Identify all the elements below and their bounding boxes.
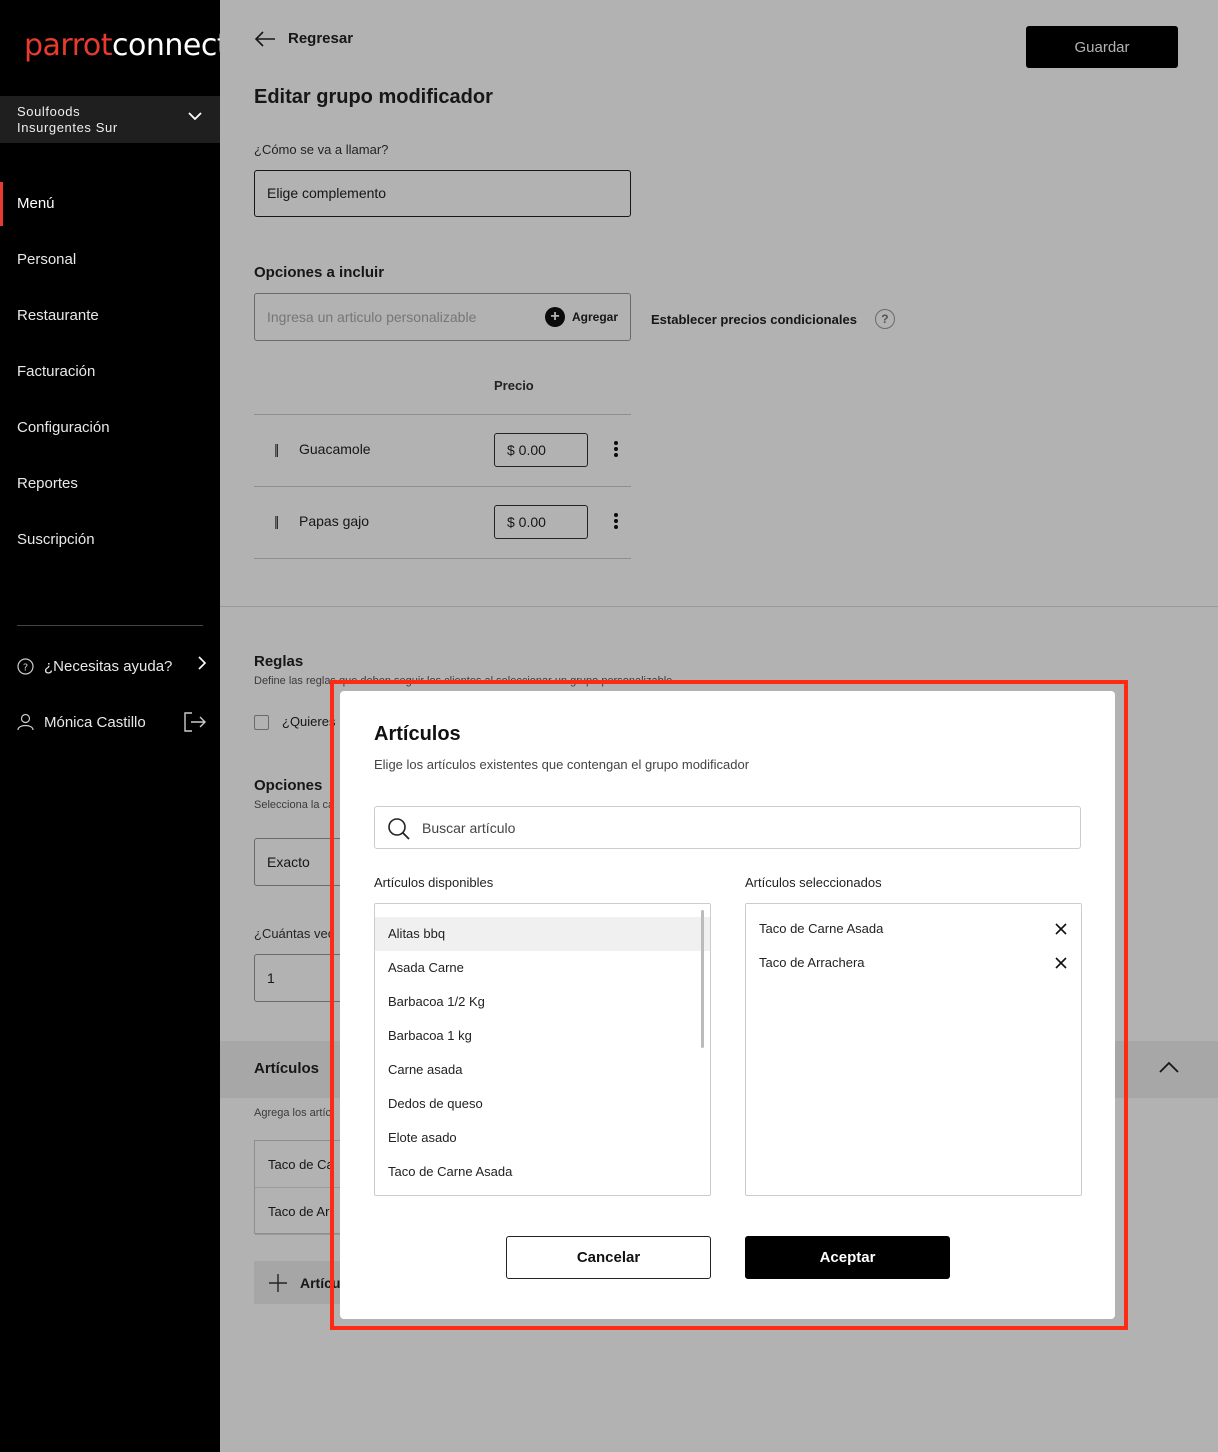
available-item[interactable]: Taco de Carne Asada	[375, 1155, 710, 1189]
help-link[interactable]: ? ¿Necesitas ayuda?	[17, 651, 207, 681]
available-list: Alitas bbq Asada Carne Barbacoa 1/2 Kg B…	[374, 903, 711, 1196]
nav-item-restaurante[interactable]: Restaurante	[0, 294, 220, 338]
svg-text:?: ?	[23, 662, 28, 673]
articles-modal: Artículos Elige los artículos existentes…	[340, 691, 1115, 1319]
accept-button[interactable]: Aceptar	[745, 1236, 950, 1279]
store-selector[interactable]: Soulfoods Insurgentes Sur	[0, 96, 220, 143]
search-input[interactable]: Buscar artículo	[374, 806, 1081, 849]
parrotconnect-logo[interactable]: parrotconnect	[24, 28, 229, 63]
cancel-button[interactable]: Cancelar	[506, 1236, 711, 1279]
modal-title: Artículos	[374, 723, 461, 745]
store-name-line2: Insurgentes Sur	[17, 120, 118, 135]
nav-item-menu[interactable]: Menú	[0, 182, 220, 226]
available-item[interactable]: Dedos de queso	[375, 1087, 710, 1121]
available-item[interactable]: Alitas bbq	[375, 917, 710, 951]
available-item[interactable]: Elote asado	[375, 1121, 710, 1155]
available-item[interactable]: Barbacoa 1 kg	[375, 1019, 710, 1053]
store-name-line1: Soulfoods	[17, 104, 81, 119]
user-row[interactable]: Mónica Castillo	[17, 707, 207, 737]
close-icon[interactable]	[1055, 957, 1067, 969]
modal-subtitle: Elige los artículos existentes que conte…	[374, 757, 750, 772]
chevron-right-icon	[198, 656, 207, 670]
selected-label: Artículos seleccionados	[745, 875, 882, 890]
logo-part-2: connect	[112, 28, 229, 63]
selected-item-label: Taco de Arrachera	[759, 955, 865, 970]
available-item[interactable]: Carne asada	[375, 1053, 710, 1087]
available-label: Artículos disponibles	[374, 875, 494, 890]
scrollbar[interactable]	[701, 910, 704, 1048]
search-placeholder: Buscar artículo	[422, 820, 516, 836]
help-icon: ?	[17, 657, 34, 675]
help-label: ¿Necesitas ayuda?	[44, 657, 173, 675]
logo-part-1: parrot	[24, 28, 113, 63]
chevron-down-icon	[188, 112, 202, 121]
available-item[interactable]: Barbacoa 1/2 Kg	[375, 985, 710, 1019]
sidebar: parrotconnect Soulfoods Insurgentes Sur …	[0, 0, 229, 1452]
available-item[interactable]: Asada Carne	[375, 951, 710, 985]
sidebar-divider	[17, 625, 203, 626]
nav-item-personal[interactable]: Personal	[0, 238, 220, 282]
nav-item-suscripcion[interactable]: Suscripción	[0, 518, 220, 562]
nav-item-reportes[interactable]: Reportes	[0, 462, 220, 506]
selected-item: Taco de Carne Asada	[746, 912, 1081, 946]
nav-item-facturacion[interactable]: Facturación	[0, 350, 220, 394]
user-icon	[17, 713, 34, 731]
close-icon[interactable]	[1055, 923, 1067, 935]
user-name: Mónica Castillo	[44, 713, 146, 731]
selected-list: Taco de Carne Asada Taco de Arrachera	[745, 903, 1082, 1196]
selected-item-label: Taco de Carne Asada	[759, 921, 884, 936]
search-icon	[388, 818, 410, 840]
selected-item: Taco de Arrachera	[746, 946, 1081, 980]
logout-icon[interactable]	[183, 712, 207, 732]
nav-item-configuracion[interactable]: Configuración	[0, 406, 220, 450]
